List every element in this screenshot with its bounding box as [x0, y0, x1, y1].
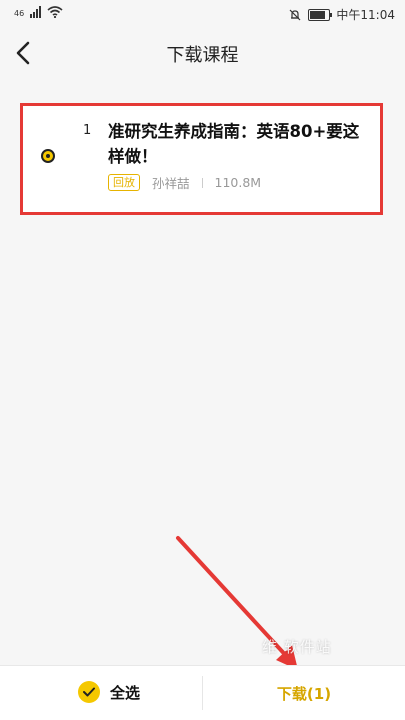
page-title: 下载课程 [166, 45, 239, 66]
meta-divider [201, 177, 203, 188]
course-meta: 回放 孙祥喆 110.8M [108, 173, 261, 192]
selected-radio-icon[interactable] [41, 149, 55, 163]
replay-badge: 回放 [108, 174, 140, 191]
bottom-action-bar: 全选 下载(1) [0, 665, 405, 720]
course-title: 准研究生养成指南：英语80+要这样做！ [108, 122, 360, 166]
file-size: 110.8M [214, 175, 262, 190]
clock: 中午11:04 [336, 8, 395, 22]
course-list-item[interactable]: 1 准研究生养成指南：英语80+要这样做！ 回放 孙祥喆 110.8M [20, 103, 383, 215]
download-button[interactable]: 下载(1) [203, 666, 405, 720]
bell-off-icon [289, 9, 301, 20]
watermark: 维 软件站 [262, 638, 332, 656]
status-bar: 46 中午11:04 [0, 0, 405, 28]
teacher-name: 孙祥喆 [152, 176, 190, 191]
wifi-icon [47, 6, 63, 18]
select-all-button[interactable]: 全选 [78, 681, 140, 703]
course-index: 1 [83, 123, 92, 138]
select-all-label: 全选 [110, 683, 141, 702]
app-header: 下载课程 [0, 28, 405, 78]
signal-icon [30, 6, 42, 18]
network-type: 46 [14, 9, 25, 18]
battery-icon [308, 8, 333, 21]
check-circle-icon [78, 681, 100, 703]
